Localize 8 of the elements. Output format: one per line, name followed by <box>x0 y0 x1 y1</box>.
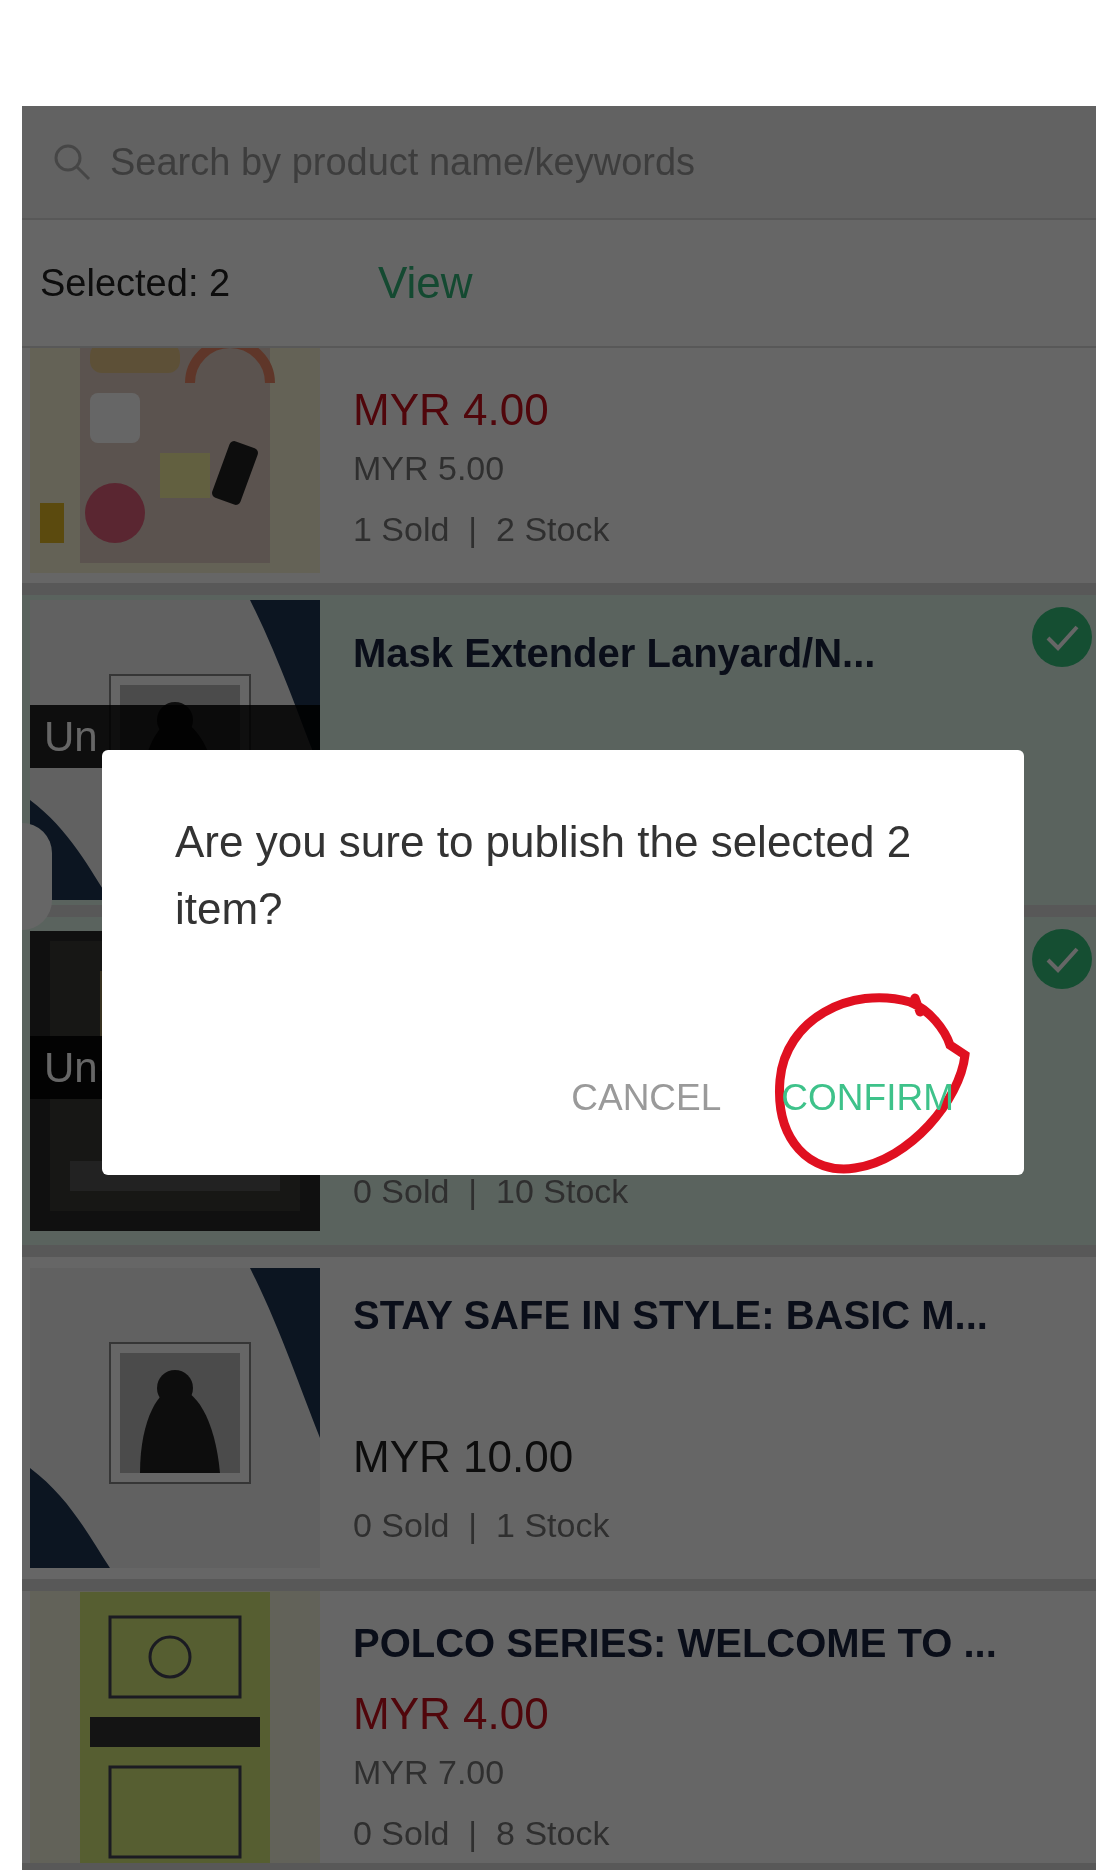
price: MYR 10.00 <box>353 1431 575 1483</box>
selected-count: Selected: 2 <box>40 260 232 306</box>
product-title: Mask Extender Lanyard/N... <box>353 630 876 677</box>
product-title: POLCO SERIES: WELCOME TO ... <box>353 1620 997 1667</box>
price: MYR 4.00 <box>353 1688 550 1740</box>
price: MYR 4.00 <box>353 384 550 436</box>
dialog-message: Are you sure to publish the selected 2 item? <box>175 816 913 935</box>
product-title: STAY SAFE IN STYLE: BASIC M... <box>353 1292 988 1339</box>
